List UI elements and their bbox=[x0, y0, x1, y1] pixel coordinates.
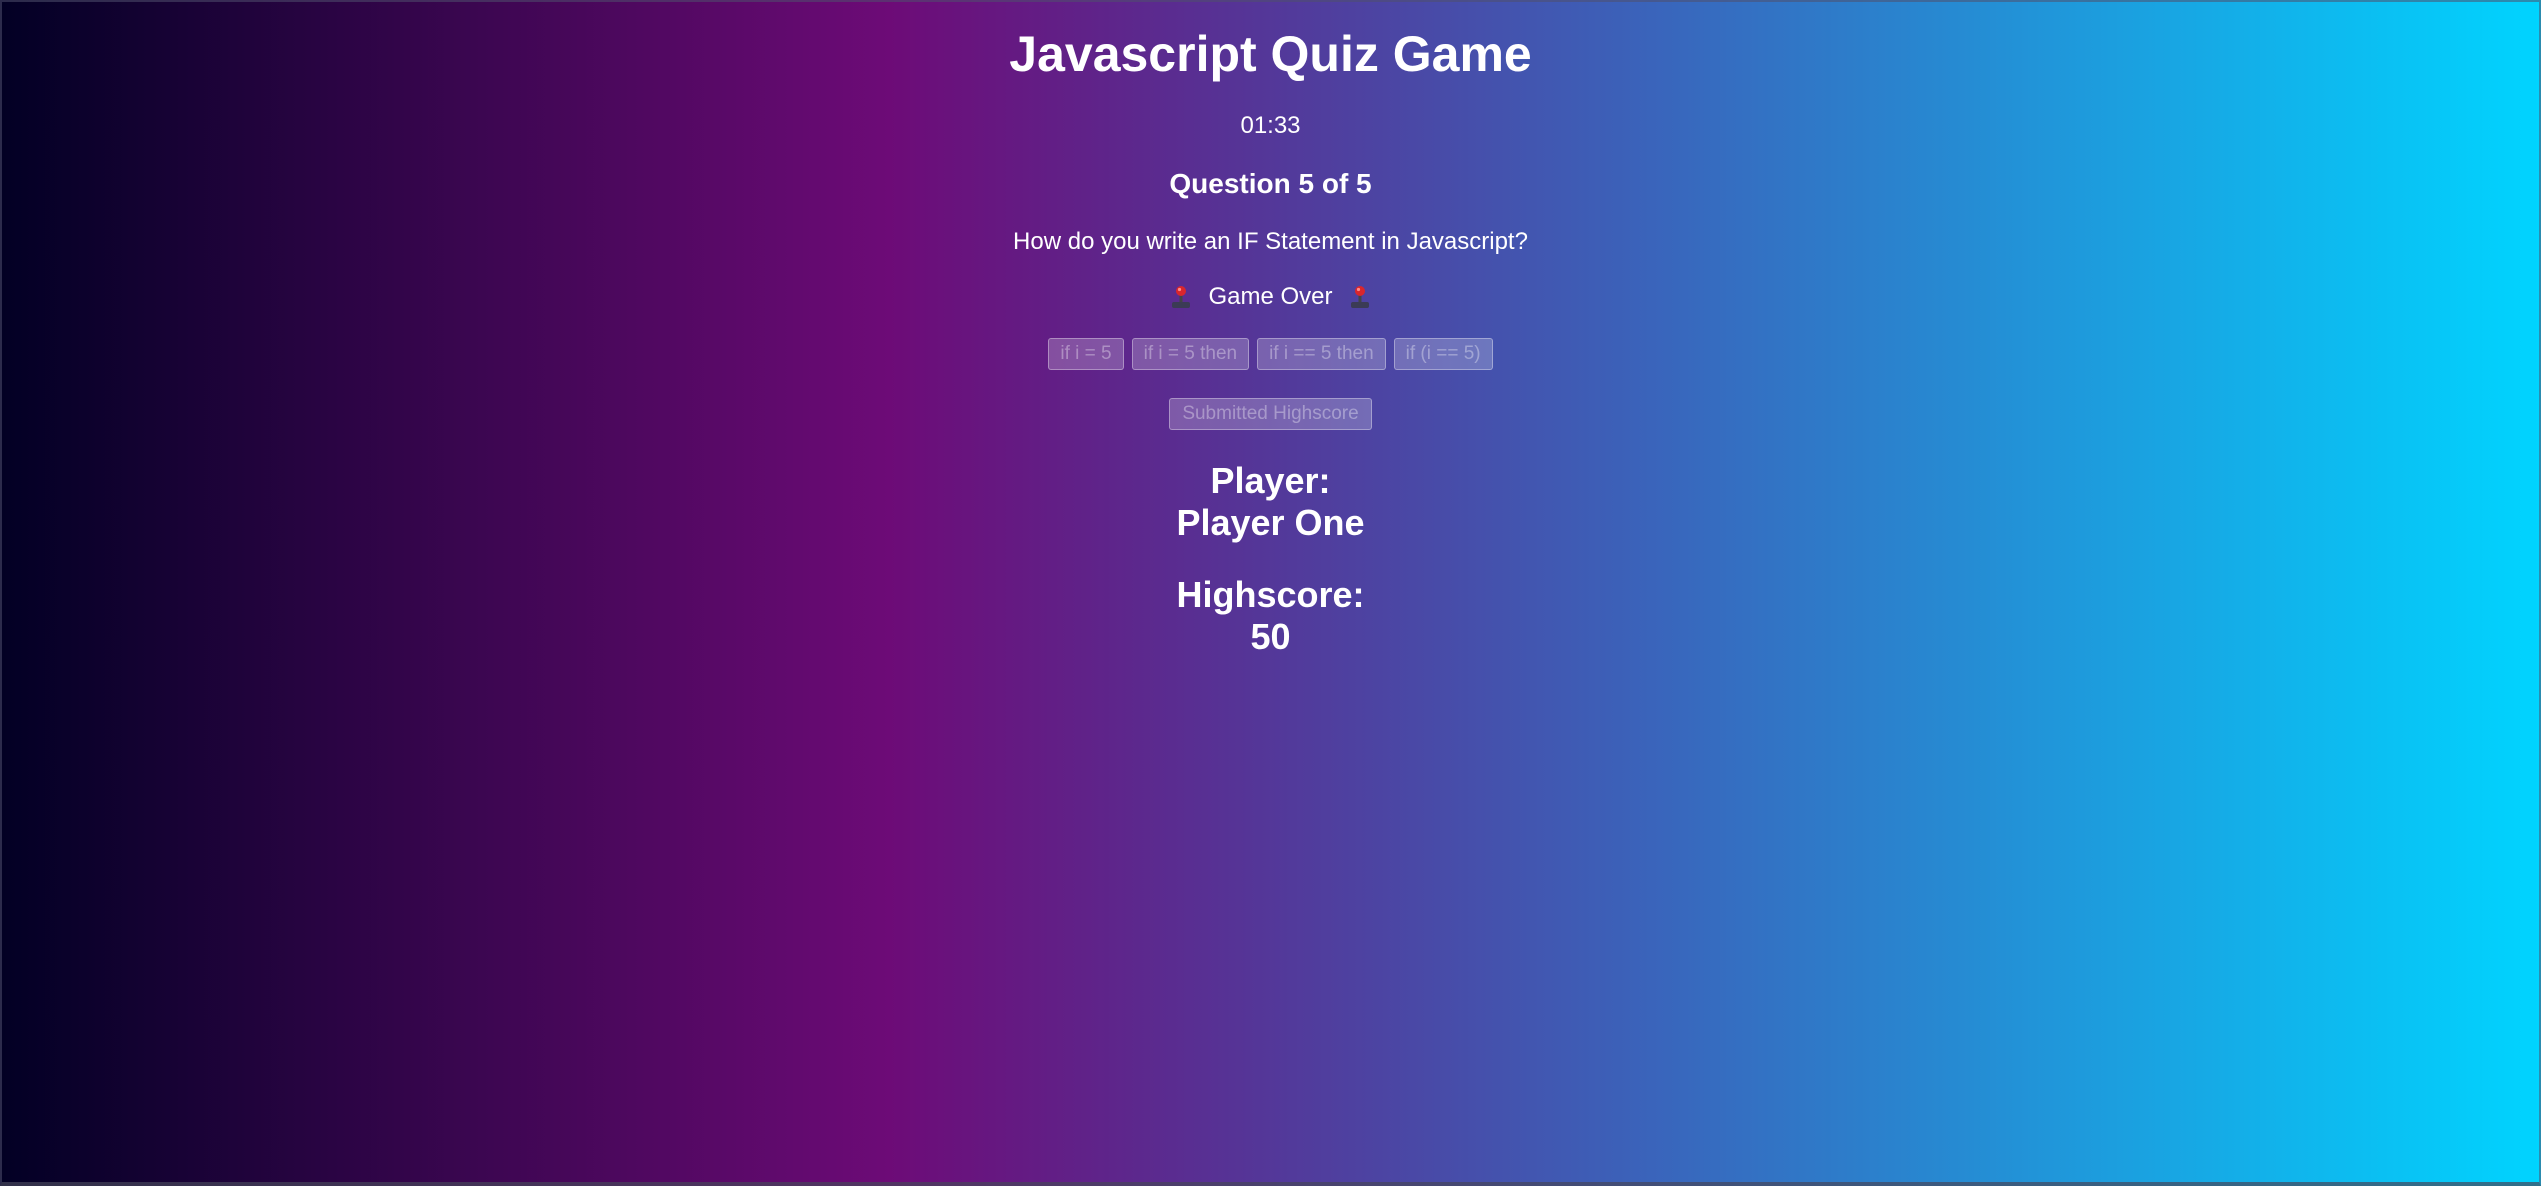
joystick-icon bbox=[1172, 286, 1191, 308]
player-block: Player: Player One bbox=[0, 460, 2541, 544]
joystick-icon bbox=[1350, 286, 1369, 308]
answer-button[interactable]: if i = 5 then bbox=[1131, 338, 1250, 370]
player-label: Player: bbox=[1210, 460, 1331, 501]
quiz-container: Javascript Quiz Game 01:33 Question 5 of… bbox=[0, 0, 2541, 658]
highscore-value: 50 bbox=[1250, 616, 1291, 657]
countdown-timer: 01:33 bbox=[1240, 112, 1301, 139]
page-title: Javascript Quiz Game bbox=[1009, 26, 1532, 82]
game-status-text: Game Over bbox=[1208, 283, 1333, 310]
question-text: How do you write an IF Statement in Java… bbox=[1013, 228, 1528, 255]
submit-highscore-button[interactable]: Submitted Highscore bbox=[1169, 398, 1372, 430]
answer-button[interactable]: if i == 5 then bbox=[1257, 338, 1386, 370]
highscore-label: Highscore: bbox=[1176, 574, 1365, 615]
player-name: Player One bbox=[1176, 502, 1365, 543]
score-block: Highscore: 50 bbox=[0, 574, 2541, 658]
game-status: Game Over bbox=[0, 282, 2541, 312]
submit-row: Submitted Highscore bbox=[0, 398, 2541, 430]
answer-button[interactable]: if i = 5 bbox=[1048, 338, 1124, 370]
question-counter: Question 5 of 5 bbox=[1169, 168, 1372, 199]
answer-button[interactable]: if (i == 5) bbox=[1393, 338, 1493, 370]
answer-options: if i = 5 if i = 5 then if i == 5 then if… bbox=[0, 338, 2541, 370]
